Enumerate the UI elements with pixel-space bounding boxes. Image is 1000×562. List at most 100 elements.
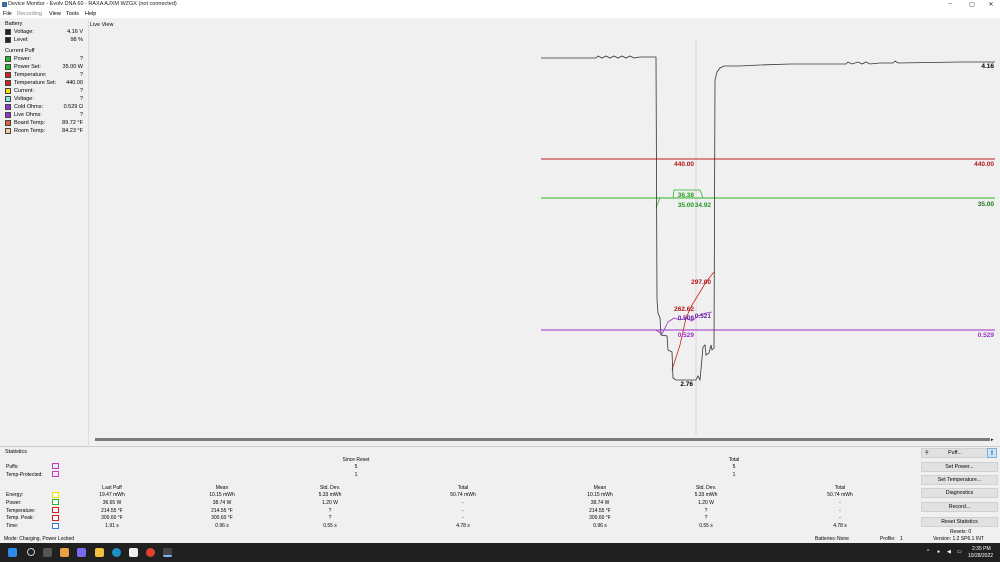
- statistics-column-header: Total: [457, 485, 469, 491]
- timeline-scrollbar[interactable]: [95, 438, 990, 441]
- statistics-column-header: Last Puff: [102, 485, 122, 491]
- statistics-cell: ?: [328, 507, 332, 514]
- total-header: Total: [728, 457, 740, 463]
- ohms-live-label: 0.508: [678, 315, 695, 322]
- statistics-row-label: Energy:: [6, 492, 24, 498]
- statistics-row-label: Temp. Peak:: [6, 515, 34, 522]
- statistics-color-swatch[interactable]: [52, 499, 59, 506]
- statistics-cell: 0.96 s: [215, 523, 229, 530]
- statistics-color-swatch[interactable]: [52, 491, 59, 498]
- statistics-column-header: Std. Dev.: [319, 485, 341, 491]
- resets-count: Resets: 0: [950, 529, 972, 535]
- statistics-row-label: Power:: [6, 499, 22, 506]
- voltage-line: [541, 55, 995, 382]
- set-temperature-button[interactable]: Set Temperature...: [921, 475, 998, 485]
- statistics-title: Statistics: [5, 449, 28, 455]
- temp-set-mid-label: 440.00: [674, 161, 694, 168]
- voltage-min-label: 2.76: [680, 381, 693, 388]
- power-live-label: 34.92: [695, 202, 712, 209]
- mode-status: Mode: Charging, Power Locked: [4, 536, 75, 542]
- ohms-cold-end-label: 0.529: [978, 332, 995, 339]
- puff-button[interactable]: ⚲ Puff...: [921, 448, 989, 458]
- statistics-cell: 1.91 s: [105, 523, 119, 530]
- statistics-column-header: Total: [834, 485, 846, 491]
- temp-protected-total-value: 1: [732, 472, 736, 478]
- statistics-cell: 214.55 °F: [589, 507, 611, 514]
- statistics-panel: Statistics Since Reset Total Puffs: Temp…: [0, 446, 1000, 542]
- statistics-column-header: Std. Dev.: [695, 485, 717, 491]
- windows-start-icon[interactable]: [8, 548, 17, 557]
- tray-chevron-icon[interactable]: ^: [927, 549, 929, 555]
- tray-volume-icon[interactable]: ◀: [947, 549, 951, 555]
- statistics-cell: 5.33 mWh: [694, 492, 718, 498]
- search-icon[interactable]: [27, 548, 35, 556]
- power-set-label: 35.00: [678, 202, 695, 209]
- statistics-cell: ?: [704, 515, 708, 522]
- teams-chat-icon[interactable]: [77, 548, 86, 557]
- statistics-cell: -: [462, 499, 464, 506]
- statistics-cell: 1.20 W: [322, 499, 338, 506]
- diagnostics-button[interactable]: Diagnostics: [921, 488, 998, 498]
- statistics-cell: ?: [704, 507, 708, 514]
- filter-icon: ⚲: [925, 450, 929, 456]
- store-icon[interactable]: [129, 548, 138, 557]
- statistics-cell: 1.20 W: [698, 499, 714, 506]
- chrome-icon[interactable]: [146, 548, 155, 557]
- statistics-row-label: Temperature:: [6, 507, 36, 514]
- puffs-swatch[interactable]: [52, 463, 59, 469]
- tray-battery-icon[interactable]: ▭: [957, 549, 962, 555]
- statistics-cell: -: [839, 515, 841, 522]
- statistics-cell: 36.65 W: [102, 499, 122, 506]
- power-top-label: 36.38: [678, 192, 695, 199]
- statistics-cell: -: [839, 507, 841, 514]
- clock-date[interactable]: 10/28/2022: [968, 553, 993, 559]
- statistics-cell: -: [839, 499, 841, 506]
- reset-statistics-button[interactable]: Reset Statistics: [921, 517, 998, 527]
- statistics-cell: 300.60 °F: [211, 515, 233, 522]
- statistics-cell: 214.55 °F: [211, 507, 233, 514]
- statistics-cell: -: [462, 515, 464, 522]
- since-reset-header: Since Reset: [342, 457, 370, 463]
- statistics-cell: 38.74 W: [212, 499, 232, 506]
- temp-mid-label: 262.62: [674, 306, 694, 313]
- statistics-cell: 50.74 mWh: [827, 492, 853, 498]
- temp-protected-since-value: 1: [354, 472, 358, 478]
- task-view-icon[interactable]: [43, 548, 52, 557]
- set-power-button[interactable]: Set Power...: [921, 462, 998, 472]
- statistics-cell: 10.15 mWh: [587, 492, 613, 498]
- statistics-column-header: Mean: [593, 485, 607, 491]
- device-monitor-taskbar-icon[interactable]: [163, 548, 172, 557]
- file-explorer-icon[interactable]: [95, 548, 104, 557]
- clock-time[interactable]: 2:35 PM: [972, 546, 991, 552]
- scroll-right-icon[interactable]: ▸: [991, 437, 994, 443]
- statistics-color-swatch[interactable]: [52, 507, 59, 514]
- temp-protected-label: Temp-Protected:: [6, 472, 43, 478]
- statistics-cell: 38.74 W: [590, 499, 610, 506]
- power-set-end-label: 35.00: [978, 201, 995, 208]
- temp-set-end-label: 440.00: [974, 161, 994, 168]
- ohms-cold-label: 0.529: [678, 332, 695, 339]
- version-label: Version: 1.2 SP6.1 INT: [933, 536, 984, 542]
- puffs-label: Puffs:: [6, 464, 19, 470]
- batteries-value: None: [837, 536, 849, 542]
- statistics-cell: 0.96 s: [593, 523, 607, 530]
- statistics-color-swatch[interactable]: [52, 514, 59, 521]
- live-view-graph: 4.16 440.00 440.00 36.38 35.00 34.92 35.…: [541, 40, 995, 435]
- profile-label: Profile:: [880, 536, 896, 542]
- statistics-cell: 10.15 mWh: [209, 492, 235, 498]
- widgets-icon[interactable]: [60, 548, 69, 557]
- temp-protected-swatch[interactable]: [52, 471, 59, 477]
- edge-browser-icon[interactable]: [112, 548, 121, 557]
- statistics-cell: 19.47 mWh: [99, 492, 125, 498]
- puff-lock-toggle[interactable]: ▯: [987, 448, 997, 458]
- statistics-row-label: Time:: [6, 523, 19, 530]
- puffs-since-value: 5: [354, 464, 358, 470]
- record-button[interactable]: Record...: [921, 502, 998, 512]
- statistics-cell: 4.78 s: [456, 523, 470, 530]
- voltage-end-label: 4.16: [981, 63, 994, 70]
- statistics-color-swatch[interactable]: [52, 522, 59, 529]
- statistics-cell: 50.74 mWh: [450, 492, 476, 498]
- statistics-cell: 300.60 °F: [101, 515, 123, 522]
- statistics-cell: 0.55 s: [323, 523, 337, 530]
- tray-network-icon[interactable]: ●: [937, 549, 940, 555]
